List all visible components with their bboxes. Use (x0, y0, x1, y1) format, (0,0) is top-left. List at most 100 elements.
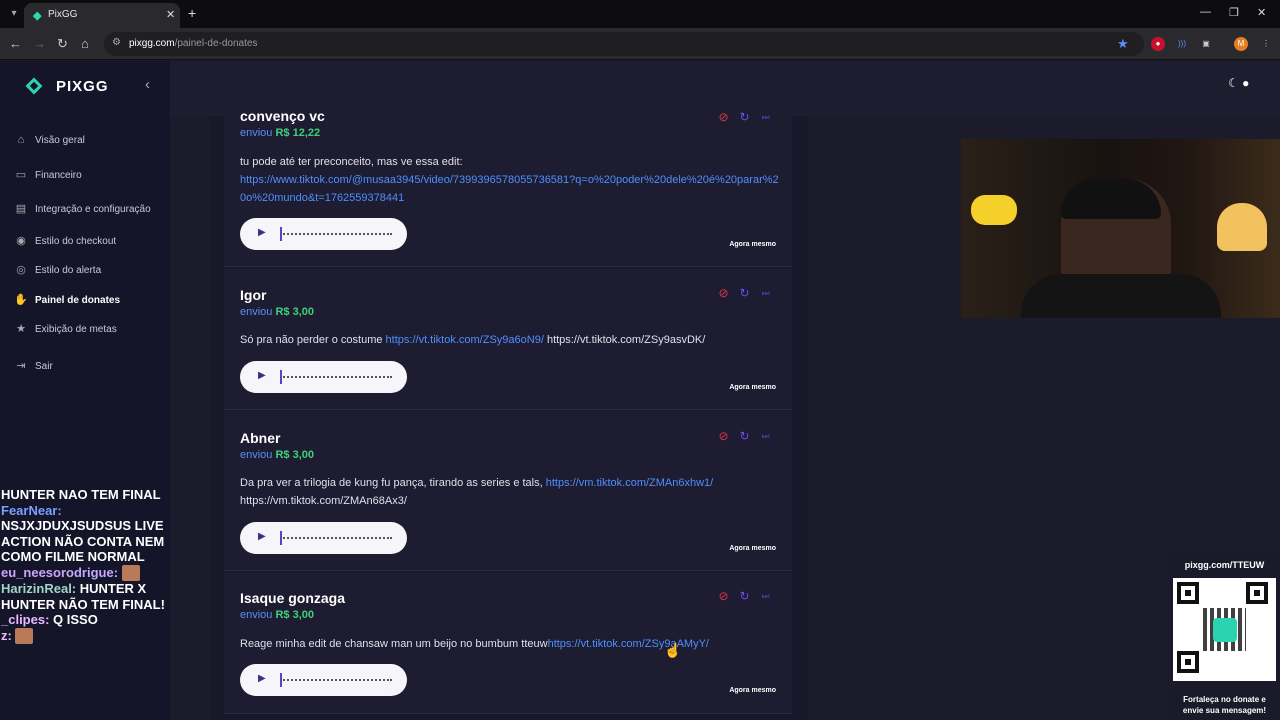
donation-time: Agora mesmo (729, 545, 776, 552)
chat-message: FearNear: (1, 502, 62, 518)
audio-player[interactable]: ▶ (240, 664, 407, 696)
donor-name: Abner (240, 430, 281, 446)
home-icon[interactable]: ⌂ (81, 36, 89, 51)
minimize-icon[interactable]: — (1200, 6, 1211, 18)
ban-icon[interactable]: ⊘ (717, 111, 730, 124)
back-icon[interactable]: ← (9, 36, 22, 51)
donor-name: convenço vc (240, 108, 325, 124)
close-window-icon[interactable]: ✕ (1257, 6, 1266, 19)
play-icon[interactable]: ▶ (258, 227, 266, 238)
play-icon[interactable]: ▶ (258, 673, 266, 684)
tab-pixgg[interactable]: ◆ PixGG ✕ (24, 3, 180, 28)
donation-amount: enviou R$ 3,00 (240, 306, 315, 318)
donation-time: Agora mesmo (729, 241, 776, 248)
pixgg-favicon-icon: ◆ (33, 10, 42, 22)
donation-time: Agora mesmo (729, 384, 776, 391)
bookmark-star-icon[interactable]: ★ (1117, 36, 1129, 52)
message-link[interactable]: https://vm.tiktok.com/ZMAn6xhw1/ (546, 477, 714, 489)
new-tab-icon[interactable]: + (188, 5, 196, 21)
profile-avatar[interactable]: M (1234, 37, 1248, 51)
replay-icon[interactable]: ↻ (738, 590, 751, 603)
skip-icon[interactable]: ⏭ (759, 287, 772, 300)
replay-icon[interactable]: ↻ (738, 430, 751, 443)
chat-message: eu_neesorodrigue: (1, 565, 172, 582)
star-icon: ★ (16, 323, 26, 335)
more-menu-icon[interactable]: ⋮ (1259, 37, 1273, 51)
audio-player[interactable]: ▶ (240, 218, 407, 250)
sidebar-item-exibicao-metas[interactable]: ★ Exibição de metas (14, 319, 117, 339)
donation-amount: enviou R$ 3,00 (240, 609, 315, 621)
restore-icon[interactable]: ❐ (1229, 6, 1239, 19)
audio-player[interactable]: ▶ (240, 361, 407, 393)
donation-message: Da pra ver a trilogia de kung fu pança, … (240, 477, 714, 507)
audio-waveform[interactable] (280, 376, 392, 379)
qr-code (1173, 578, 1276, 681)
site-info-icon[interactable]: ⚙ (112, 37, 121, 48)
palette-icon: ◉ (16, 235, 26, 247)
sidebar-item-painel-donates[interactable]: ✋ Painel de donates (14, 290, 120, 310)
tab-search-icon[interactable]: ▾ (6, 6, 22, 22)
theme-toggle[interactable]: ☾ ● (1228, 76, 1262, 94)
card-actions: ⊘ ↻ ⏭ (717, 430, 772, 443)
sidebar-item-integracao[interactable]: ▤ Integração e configuração (14, 199, 151, 219)
sidebar-item-sair[interactable]: ⇥ Sair (14, 356, 52, 376)
webcam-overlay (961, 139, 1280, 318)
streamer-body-shape (1021, 274, 1221, 318)
skip-icon[interactable]: ⏭ (759, 430, 772, 443)
replay-icon[interactable]: ↻ (738, 111, 751, 124)
forward-icon[interactable]: → (33, 36, 46, 51)
ban-icon[interactable]: ⊘ (717, 430, 730, 443)
close-tab-icon[interactable]: ✕ (166, 8, 175, 21)
replay-icon[interactable]: ↻ (738, 287, 751, 300)
streamer-cap-shape (1061, 179, 1161, 219)
play-icon[interactable]: ▶ (258, 531, 266, 542)
audio-player[interactable]: ▶ (240, 522, 407, 554)
logout-icon: ⇥ (16, 360, 26, 372)
extension-audio-icon[interactable]: ))) (1175, 37, 1189, 51)
ban-icon[interactable]: ⊘ (717, 287, 730, 300)
home-icon: ⌂ (17, 134, 25, 146)
sidebar-item-estilo-checkout[interactable]: ◉ Estilo do checkout (14, 231, 116, 251)
audio-waveform[interactable] (280, 679, 392, 682)
skip-icon[interactable]: ⏭ (759, 590, 772, 603)
extensions-puzzle-icon[interactable]: ▣ (1199, 37, 1213, 51)
play-icon[interactable]: ▶ (258, 370, 266, 381)
donation-time: Agora mesmo (729, 687, 776, 694)
sidebar-item-visao-geral[interactable]: ⌂ Visão geral (14, 130, 85, 150)
donation-amount: enviou R$ 3,00 (240, 449, 315, 461)
skip-icon[interactable]: ⏭ (759, 111, 772, 124)
hand-pointer-icon: ☝ (664, 642, 682, 658)
chat-message: HUNTER NAO TEM FINAL (1, 487, 161, 502)
tab-title: PixGG (48, 9, 78, 20)
url-bar[interactable]: ⚙ pixgg.com/painel-de-donates ★ (104, 32, 1144, 56)
message-link[interactable]: https://vt.tiktok.com/ZSy9aAMyY/ (548, 638, 709, 650)
stream-chat-overlay: HUNTER NAO TEM FINAL FearNear: NSJXJDUXJ… (0, 487, 172, 645)
card-actions: ⊘ ↻ ⏭ (717, 590, 772, 603)
top-header (170, 61, 1280, 116)
browser-tab-bar: ▾ ◆ PixGG ✕ + — ❐ ✕ (0, 0, 1280, 28)
message-link[interactable]: https://www.tiktok.com/@musaa3945/video/… (240, 174, 779, 204)
donation-card: Isaque gonzaga enviou R$ 3,00 ⊘ ↻ ⏭ Reag… (224, 572, 792, 714)
collapse-sidebar-icon[interactable]: ‹ (145, 76, 150, 93)
lamp-shape (1217, 203, 1267, 251)
reload-icon[interactable]: ↻ (57, 36, 68, 52)
extension-icon[interactable]: ● (1151, 37, 1165, 51)
chat-message: HarizinReal: HUNTER X HUNTER NÃO TEM FIN… (1, 581, 165, 612)
audio-waveform[interactable] (280, 233, 392, 236)
qr-widget: pixgg.com/TTEUW Fortaleça no donate e env… (1169, 552, 1280, 720)
hand-coins-icon: ✋ (14, 294, 28, 306)
chat-message: z: (1, 628, 172, 645)
sidebar-item-estilo-alerta[interactable]: ◎ Estilo do alerta (14, 260, 101, 280)
ban-icon[interactable]: ⊘ (717, 590, 730, 603)
toggle-knob-icon: ● (1242, 76, 1250, 90)
message-link[interactable]: https://vt.tiktok.com/ZSy9a6oN9/ (386, 334, 544, 346)
pixgg-logo[interactable]: PIXGG (25, 77, 109, 95)
qr-url: pixgg.com/TTEUW (1184, 560, 1265, 570)
sidebar-item-financeiro[interactable]: ▭ Financeiro (14, 165, 82, 185)
donation-amount: enviou R$ 12,22 (240, 127, 321, 139)
audio-waveform[interactable] (280, 537, 392, 540)
lamp-shape (971, 195, 1017, 225)
donor-name: Igor (240, 287, 267, 303)
pixgg-logo-icon (1213, 618, 1237, 642)
donation-card: convenço vc enviou R$ 12,22 ⊘ ↻ ⏭ tu pod… (224, 108, 792, 267)
